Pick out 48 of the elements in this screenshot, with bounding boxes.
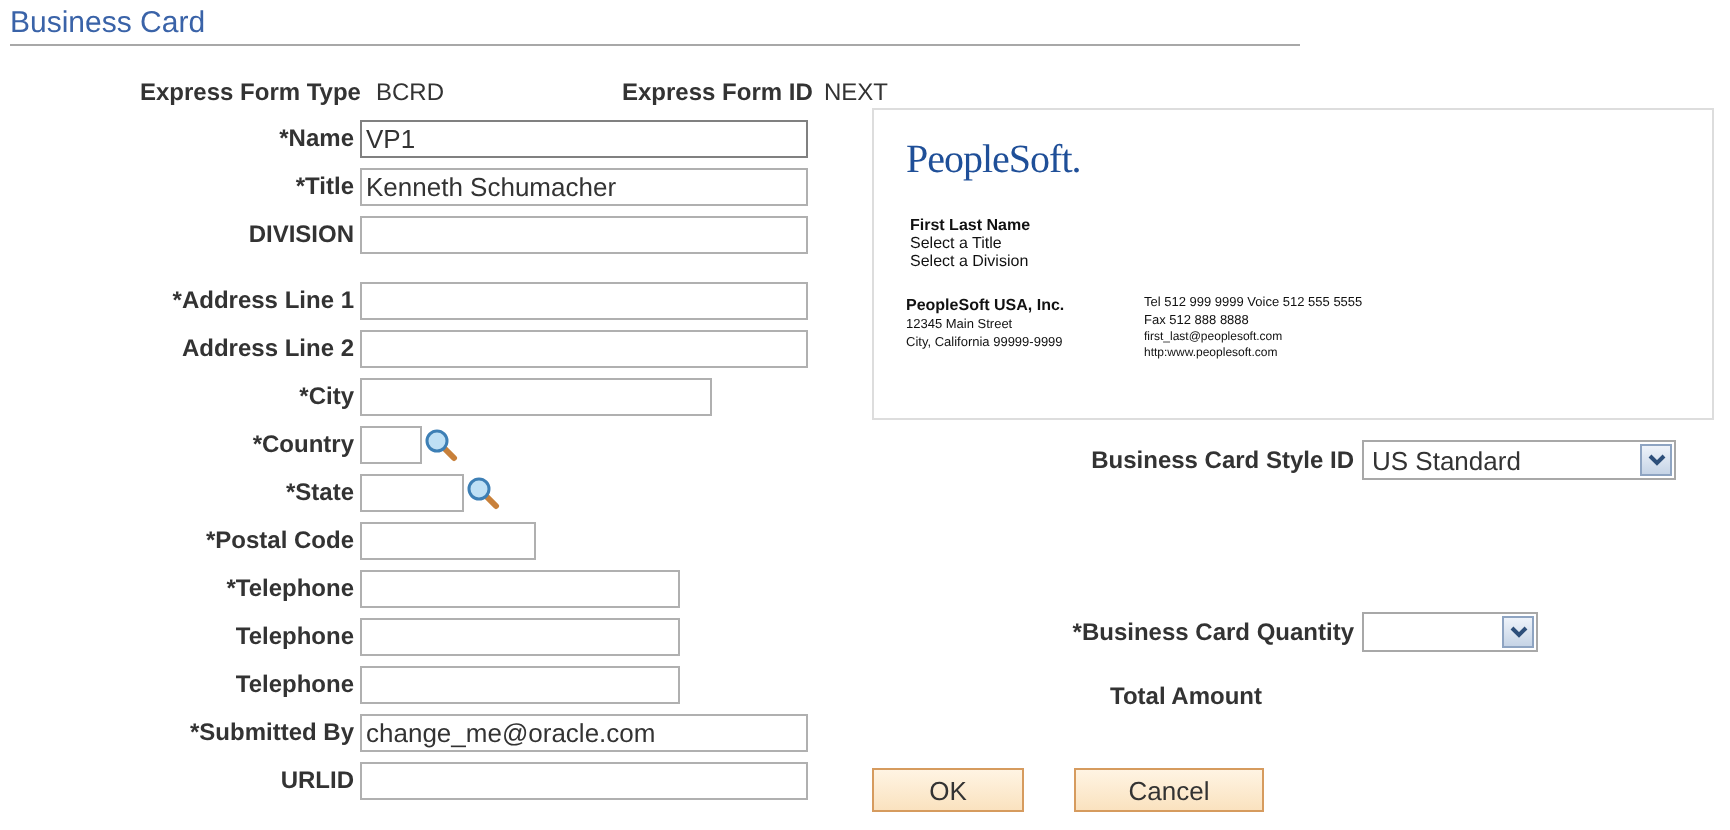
field-label: *State xyxy=(283,478,356,506)
input-field[interactable] xyxy=(360,569,680,607)
input-field[interactable]: Kenneth Schumacher xyxy=(360,167,808,205)
card-division: Select a Division xyxy=(910,252,1029,270)
field-label: DIVISION xyxy=(246,220,356,248)
logo-text: PeopleSoft. xyxy=(906,138,1081,184)
form-id-value: NEXT xyxy=(824,78,889,106)
form-type-label: Express Form Type xyxy=(140,78,363,106)
input-field[interactable] xyxy=(360,761,808,799)
quantity-label: *Business Card Quantity xyxy=(1070,618,1356,646)
card-company: PeopleSoft USA, Inc. xyxy=(906,296,1067,314)
input-field[interactable]: change_me@oracle.com xyxy=(360,713,808,751)
field-label: Address Line 2 xyxy=(179,334,356,362)
field-label: *Title xyxy=(293,172,356,200)
input-field[interactable] xyxy=(360,215,808,253)
field-label: *Country xyxy=(250,430,356,458)
card-name: First Last Name xyxy=(910,216,1031,234)
dropdown-icon[interactable] xyxy=(1640,444,1672,476)
input-field[interactable]: VP1 xyxy=(360,119,808,157)
input-field[interactable] xyxy=(360,425,422,463)
input-field[interactable] xyxy=(360,473,464,511)
field-label: *Postal Code xyxy=(203,526,356,554)
style-label: Business Card Style ID xyxy=(1089,446,1356,474)
input-field[interactable] xyxy=(360,377,712,415)
form-type-value: BCRD xyxy=(376,78,447,106)
field-label: *Submitted By xyxy=(187,718,356,746)
field-label: *Telephone xyxy=(224,574,356,602)
input-field[interactable] xyxy=(360,281,808,319)
field-label: *Address Line 1 xyxy=(170,286,356,314)
field-label: Telephone xyxy=(233,622,356,650)
cancel-button[interactable]: Cancel xyxy=(1074,768,1264,812)
card-title: Select a Title xyxy=(910,234,1002,252)
search-icon[interactable] xyxy=(424,427,458,461)
total-amount-label: Total Amount xyxy=(1110,682,1262,710)
search-icon[interactable] xyxy=(466,475,500,509)
page-title: Business Card xyxy=(10,6,206,40)
form-id-label: Express Form ID xyxy=(622,78,815,106)
ok-button[interactable]: OK xyxy=(872,768,1024,812)
field-label: *City xyxy=(297,382,356,410)
field-label: Telephone xyxy=(233,670,356,698)
dropdown-icon[interactable] xyxy=(1502,616,1534,648)
input-field[interactable] xyxy=(360,665,680,703)
input-field[interactable] xyxy=(360,617,680,655)
style-dropdown[interactable]: US Standard xyxy=(1362,440,1676,480)
input-field[interactable] xyxy=(360,521,536,559)
input-field[interactable] xyxy=(360,329,808,367)
field-label: *Name xyxy=(277,124,356,152)
field-label: URLID xyxy=(278,766,356,794)
